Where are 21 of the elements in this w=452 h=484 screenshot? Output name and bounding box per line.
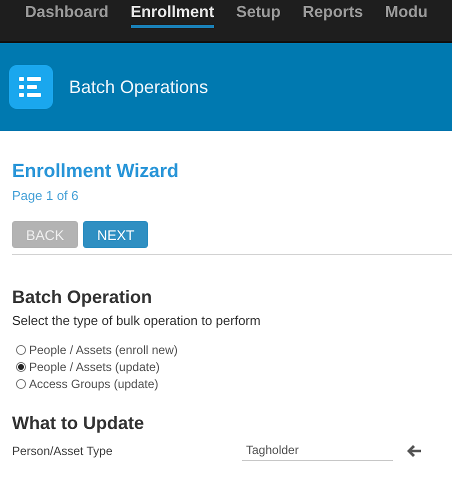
next-button[interactable]: NEXT — [83, 221, 148, 248]
section-heading: Batch Operation — [12, 287, 154, 308]
nav-tab[interactable]: Dashboard — [25, 0, 109, 28]
list-icon — [9, 65, 53, 109]
radio-label[interactable]: People / Assets (enroll new) — [29, 343, 178, 357]
arrow-left-icon[interactable] — [407, 444, 421, 456]
nav-tab[interactable]: Setup — [236, 0, 281, 28]
nav-tab[interactable]: Reports — [302, 0, 364, 28]
radio-button[interactable] — [16, 345, 26, 355]
section-heading: What to Update — [12, 413, 145, 434]
nav-tab[interactable]: Modu — [385, 0, 428, 28]
radio-button[interactable] — [16, 379, 26, 389]
page-title: Batch Operations — [69, 76, 208, 98]
radio-button[interactable] — [16, 362, 26, 372]
page-indicator: Page 1 of 6 — [12, 188, 80, 203]
wizard-title: Enrollment Wizard — [12, 161, 180, 183]
section-description: Select the type of bulk operation to perform — [12, 313, 262, 328]
nav-tab[interactable]: Enrollment — [130, 0, 214, 28]
field-label: Person/Asset Type — [12, 444, 114, 458]
radio-label[interactable]: People / Assets (update) — [29, 360, 160, 374]
radio-label[interactable]: Access Groups (update) — [29, 377, 158, 391]
